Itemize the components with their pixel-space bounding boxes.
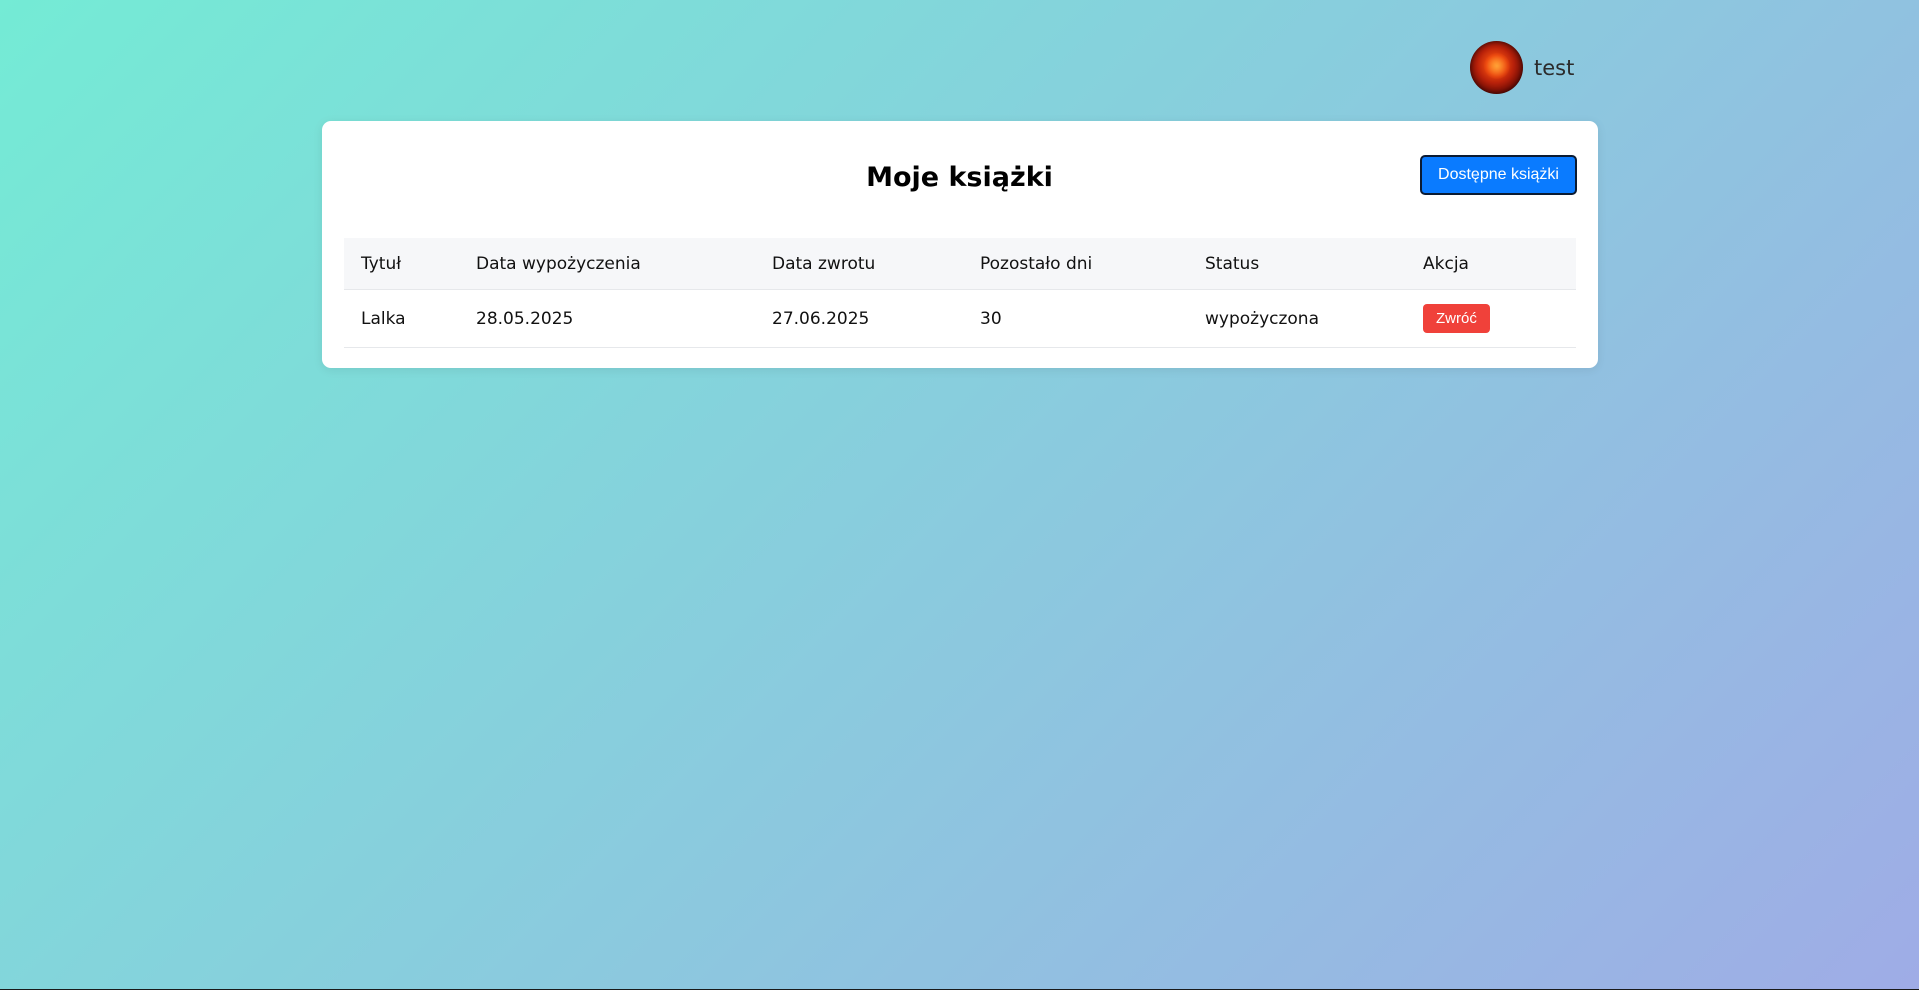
page-title: Moje książki (866, 162, 1053, 193)
cell-return-date: 27.06.2025 (755, 289, 963, 348)
table-header-row: Tytuł Data wypożyczenia Data zwrotu Pozo… (344, 238, 1576, 290)
cell-days-left: 30 (963, 289, 1188, 348)
column-header-days-left: Pozostało dni (963, 238, 1188, 290)
column-header-title: Tytuł (344, 238, 459, 290)
table-row: Lalka 28.05.2025 27.06.2025 30 wypożyczo… (344, 289, 1576, 348)
cell-status: wypożyczona (1188, 289, 1406, 348)
column-header-borrow-date: Data wypożyczenia (459, 238, 755, 290)
cell-title: Lalka (344, 289, 459, 348)
column-header-action: Akcja (1406, 238, 1576, 290)
username: test (1534, 55, 1575, 80)
available-books-button[interactable]: Dostępne książki (1420, 155, 1577, 195)
return-book-button[interactable]: Zwróć (1423, 304, 1490, 333)
column-header-return-date: Data zwrotu (755, 238, 963, 290)
borrowed-books-table: Tytuł Data wypożyczenia Data zwrotu Pozo… (344, 238, 1576, 348)
user-menu[interactable]: test (1470, 41, 1574, 94)
cell-borrow-date: 28.05.2025 (459, 289, 755, 348)
column-header-status: Status (1188, 238, 1406, 290)
cell-action: Zwróć (1406, 289, 1576, 348)
avatar[interactable] (1470, 41, 1523, 94)
